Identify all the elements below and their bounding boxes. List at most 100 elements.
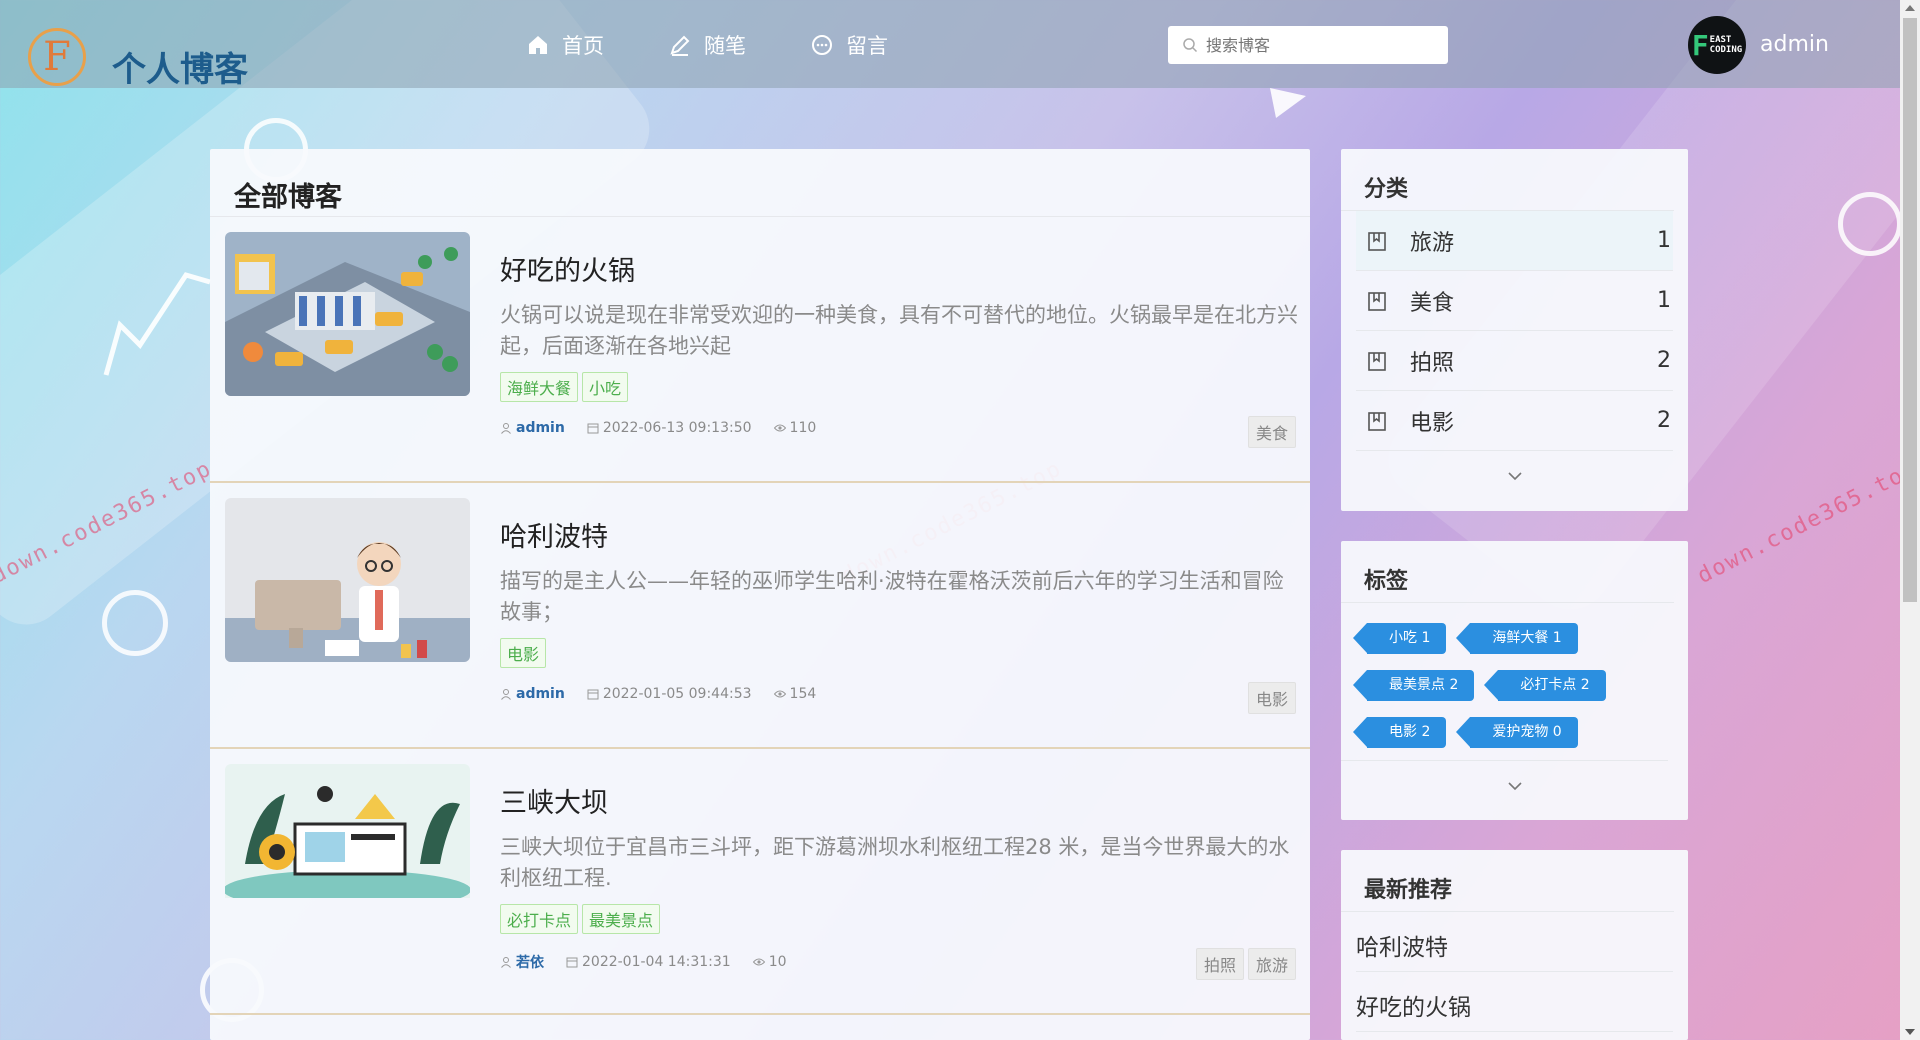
eye-icon	[752, 958, 765, 966]
category-name: 美食	[1410, 290, 1455, 316]
site-logo[interactable]: F	[28, 28, 86, 86]
tag-title: 标签	[1341, 541, 1674, 603]
post-tags: 电影	[500, 638, 547, 668]
search-input[interactable]	[1206, 35, 1426, 55]
blog-post[interactable]: 三峡大坝 三峡大坝位于宜昌市三斗坪，距下游葛洲坝水利枢纽工程28 米，是当今世界…	[210, 749, 1310, 1015]
category-count: 2	[1657, 348, 1671, 373]
post-author[interactable]: admin	[500, 686, 565, 702]
post-date-text: 2022-06-13 09:13:50	[602, 420, 752, 436]
top-navbar: F 个人博客 首页 随笔 留言 F EASTCODING admin	[0, 0, 1900, 91]
search-icon	[1183, 38, 1198, 53]
blog-list-panel: 全部博客 好吃的火锅 火锅可以说是现在非常受欢迎的一种美食，具有不可替代的地位。…	[210, 149, 1310, 1040]
avatar[interactable]: F EAST CODING	[1688, 16, 1746, 74]
recommend-item[interactable]: 好吃的火锅	[1356, 972, 1673, 1032]
message-icon	[812, 35, 832, 55]
bookmark-icon	[1368, 291, 1386, 311]
nav-essay[interactable]: 随笔	[668, 30, 746, 60]
scroll-up-arrow[interactable]	[1905, 5, 1915, 11]
recommend-item[interactable]: 哈利波特	[1356, 912, 1673, 972]
post-date-text: 2022-01-04 14:31:31	[582, 954, 731, 970]
post-category[interactable]: 拍照	[1195, 948, 1244, 980]
page-scrollbar[interactable]	[1900, 0, 1920, 1040]
watermark: down.code365.top	[1693, 455, 1920, 590]
post-tag[interactable]: 小吃	[582, 372, 629, 402]
panel-title: 全部博客	[210, 149, 1310, 217]
site-title[interactable]: 个人博客	[112, 42, 248, 91]
avatar-text-line: CODING	[1709, 45, 1743, 55]
post-tags: 海鲜大餐 小吃	[500, 372, 629, 402]
tag-card: 标签 小吃 1 海鲜大餐 1 最美景点 2 必打卡点 2 电影 2 爱护宠物 0	[1341, 541, 1688, 820]
chevron-down-icon	[1507, 472, 1522, 481]
post-category[interactable]: 电影	[1247, 682, 1296, 714]
post-views-count: 154	[789, 686, 817, 702]
post-tag[interactable]: 电影	[500, 638, 547, 668]
eye-icon	[773, 690, 786, 698]
category-item[interactable]: 美食 1	[1356, 271, 1673, 331]
author-name: admin	[516, 420, 565, 436]
tag-item[interactable]: 爱护宠物 0	[1456, 717, 1578, 748]
pen-icon	[670, 35, 690, 56]
post-category[interactable]: 旅游	[1247, 948, 1296, 980]
tag-item[interactable]: 海鲜大餐 1	[1456, 623, 1578, 654]
scroll-down-arrow[interactable]	[1905, 1029, 1915, 1035]
post-summary: 火锅可以说是现在非常受欢迎的一种美食，具有不可替代的地位。火锅最早是在北方兴起，…	[500, 303, 1298, 358]
post-tag[interactable]: 海鲜大餐	[500, 372, 579, 402]
avatar-text: EAST CODING	[1710, 35, 1743, 55]
tag-cloud: 小吃 1 海鲜大餐 1 最美景点 2 必打卡点 2 电影 2 爱护宠物 0	[1341, 603, 1668, 761]
tag-item[interactable]: 最美景点 2	[1352, 670, 1475, 701]
calendar-icon	[566, 957, 578, 968]
category-count: 1	[1657, 228, 1671, 253]
post-categories: 电影	[1247, 682, 1296, 714]
main-nav: 首页 随笔 留言	[526, 30, 888, 60]
post-tag[interactable]: 最美景点	[582, 904, 661, 934]
post-views-count: 110	[789, 420, 817, 436]
nav-essay-label: 随笔	[704, 34, 746, 58]
nav-message[interactable]: 留言	[810, 30, 888, 60]
scrollbar-thumb[interactable]	[1903, 18, 1917, 602]
blog-post[interactable]: 哈利波特 描写的是主人公——年轻的巫师学生哈利·波特在霍格沃茨前后六年的学习生活…	[210, 483, 1310, 749]
category-name: 电影	[1410, 410, 1455, 436]
post-tag[interactable]: 必打卡点	[500, 904, 579, 934]
nav-message-label: 留言	[846, 34, 888, 58]
expand-tags-button[interactable]	[1341, 761, 1688, 811]
nav-home-label: 首页	[562, 34, 604, 58]
blog-post[interactable]: 好吃的火锅 火锅可以说是现在非常受欢迎的一种美食，具有不可替代的地位。火锅最早是…	[210, 217, 1310, 483]
post-tags: 必打卡点 最美景点	[500, 904, 661, 934]
post-views: 154	[773, 686, 817, 702]
category-item[interactable]: 旅游 1	[1356, 211, 1673, 271]
post-thumbnail[interactable]	[225, 232, 470, 396]
post-summary: 描写的是主人公——年轻的巫师学生哈利·波特在霍格沃茨前后六年的学习生活和冒险故事…	[500, 569, 1284, 624]
category-count: 1	[1657, 288, 1671, 313]
tag-item[interactable]: 电影 2	[1352, 717, 1447, 748]
category-card: 分类 旅游 1 美食 1 拍照 2 电影 2	[1341, 149, 1688, 511]
post-views-count: 10	[768, 954, 787, 970]
post-title[interactable]: 三峡大坝	[500, 781, 608, 820]
post-title[interactable]: 哈利波特	[500, 515, 608, 554]
bookmark-icon	[1368, 411, 1386, 431]
post-author[interactable]: admin	[500, 420, 565, 436]
post-author[interactable]: 若依	[500, 952, 544, 972]
post-meta: admin 2022-01-05 09:44:53 154	[500, 686, 816, 702]
post-thumbnail[interactable]	[225, 764, 470, 928]
post-views: 110	[773, 420, 817, 436]
eye-icon	[773, 424, 786, 432]
post-category[interactable]: 美食	[1247, 416, 1296, 448]
category-item[interactable]: 拍照 2	[1356, 331, 1673, 391]
category-item[interactable]: 电影 2	[1356, 391, 1673, 451]
search-box[interactable]	[1168, 26, 1448, 64]
expand-categories-button[interactable]	[1341, 451, 1688, 501]
tag-item[interactable]: 必打卡点 2	[1484, 670, 1606, 701]
chevron-down-icon	[1507, 782, 1522, 791]
username[interactable]: admin	[1760, 32, 1829, 57]
user-icon	[501, 423, 511, 434]
post-thumbnail[interactable]	[225, 498, 470, 662]
nav-home[interactable]: 首页	[526, 30, 604, 60]
post-categories: 拍照 旅游	[1195, 948, 1296, 980]
post-summary: 三峡大坝位于宜昌市三斗坪，距下游葛洲坝水利枢纽工程28 米，是当今世界最大的水利…	[500, 835, 1290, 890]
post-date: 2022-01-04 14:31:31	[566, 954, 731, 970]
avatar-letter: F	[1691, 28, 1709, 62]
recommend-card: 最新推荐 哈利波特 好吃的火锅	[1341, 850, 1688, 1040]
bookmark-icon	[1368, 351, 1386, 371]
post-title[interactable]: 好吃的火锅	[500, 249, 635, 288]
tag-item[interactable]: 小吃 1	[1352, 623, 1447, 654]
